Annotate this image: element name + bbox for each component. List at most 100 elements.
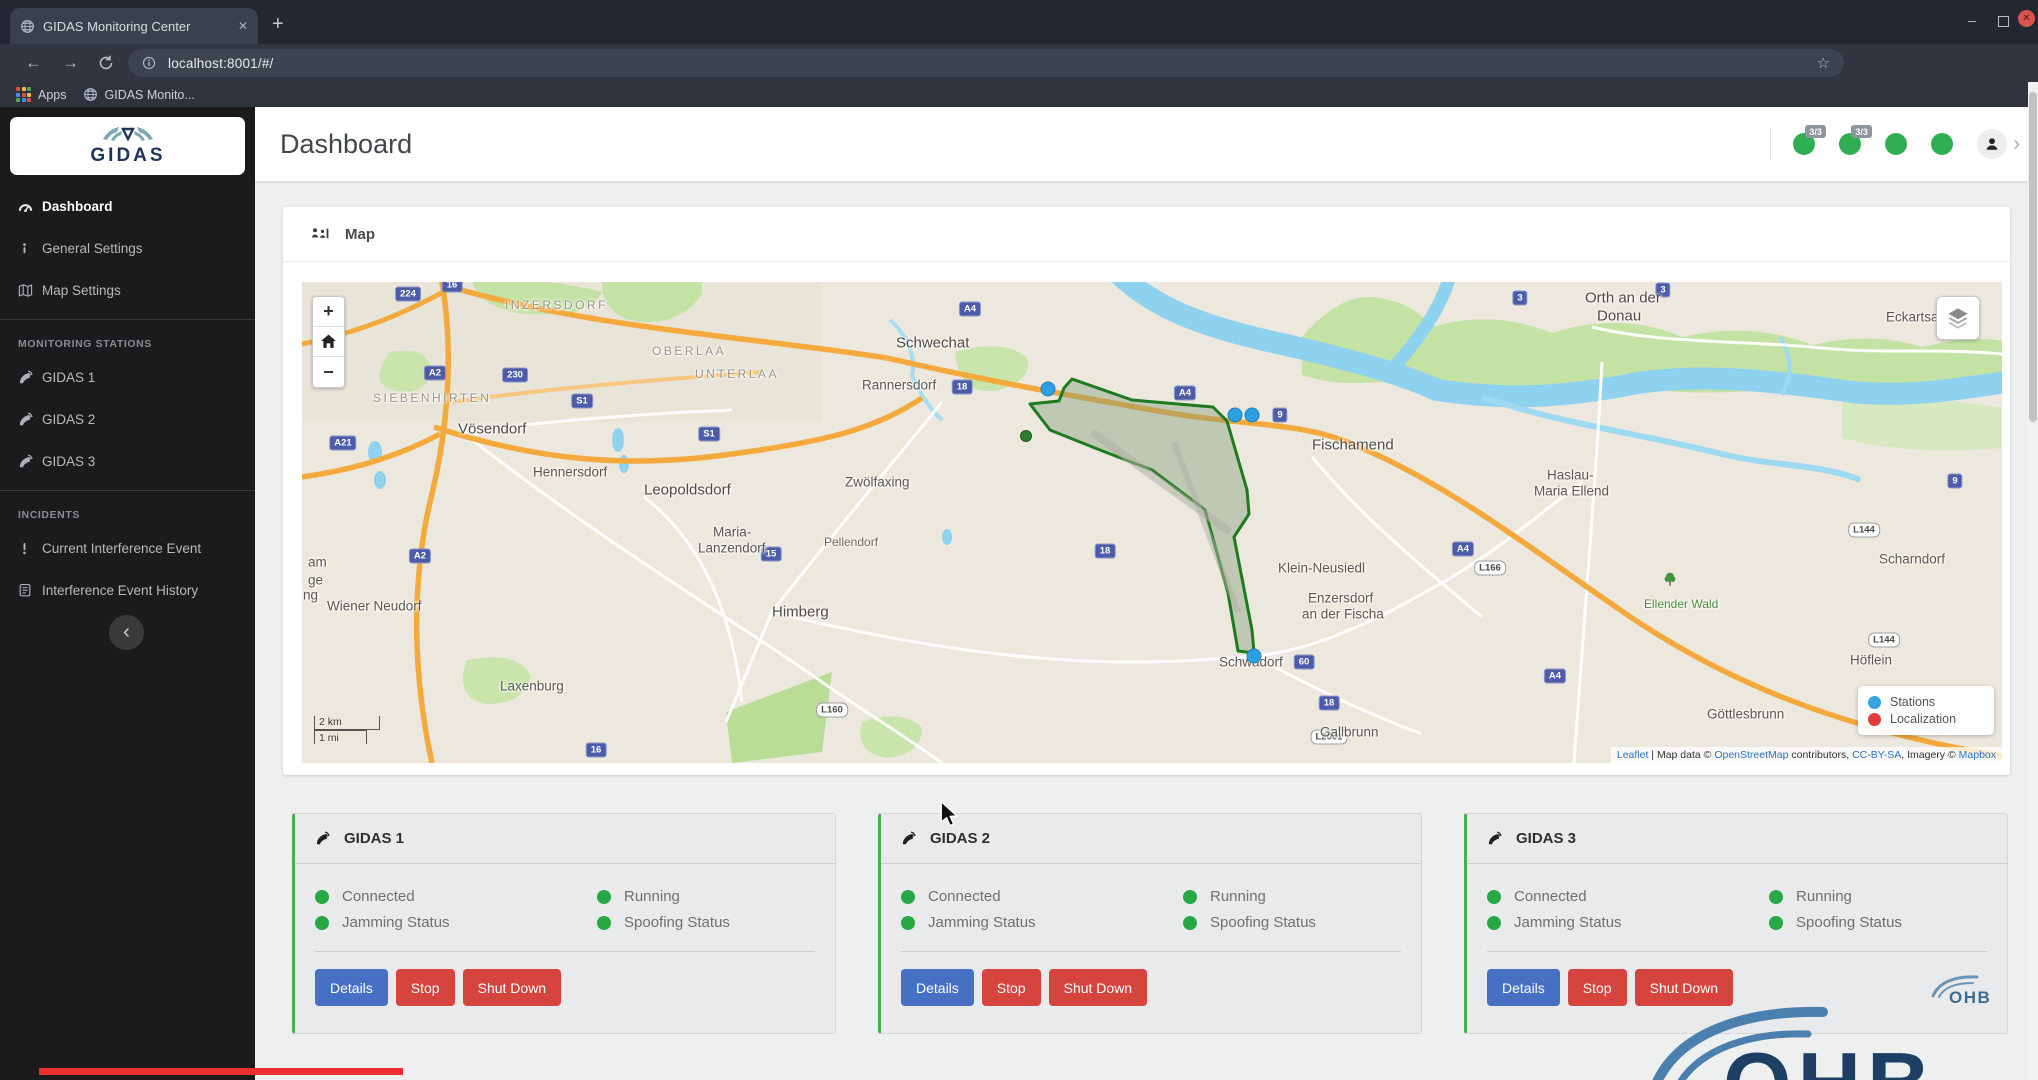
station-marker[interactable]	[1247, 649, 1262, 664]
sidebar-item-current-interference-event[interactable]: Current Interference Event	[0, 527, 255, 569]
road-shield: 224	[395, 287, 421, 302]
map-label: SIEBENHIRTEN	[373, 391, 491, 405]
bookmark-star-icon[interactable]: ☆	[1817, 54, 1830, 72]
map-label: Zwölfaxing	[845, 475, 910, 490]
attribution-link[interactable]: Mapbox	[1959, 749, 1996, 761]
map[interactable]: L160L2001L166L144L14422416A2230S1S1A21A2…	[302, 282, 2002, 763]
chevron-right-icon[interactable]: ›	[2013, 133, 2020, 156]
map-label: Fischamend	[1312, 437, 1394, 454]
apps-grid-icon	[16, 87, 31, 102]
gidas-logo[interactable]: GIDAS	[10, 117, 245, 175]
status-running: Running	[1769, 888, 2007, 905]
url-text[interactable]: localhost:8001/#/	[168, 56, 1817, 71]
browser-tab[interactable]: GIDAS Monitoring Center ✕	[10, 8, 258, 44]
back-button[interactable]: ←	[25, 44, 42, 82]
window-maximize-button[interactable]	[1998, 16, 2009, 27]
bookmark-item-1[interactable]: GIDAS Monito...	[83, 87, 195, 102]
status-label: Jamming Status	[342, 914, 450, 931]
sidebar-item-interference-event-history[interactable]: Interference Event History	[0, 569, 255, 611]
browser-tab-strip: GIDAS Monitoring Center ✕ + – ✕	[0, 0, 2038, 44]
video-progress-bar[interactable]	[39, 1068, 403, 1075]
legend-label: Stations	[1890, 695, 1935, 709]
address-bar[interactable]: localhost:8001/#/ ☆	[128, 49, 1844, 77]
sidebar-item-label: General Settings	[42, 241, 143, 256]
details-button[interactable]: Details	[901, 969, 974, 1006]
attribution-link[interactable]: Leaflet	[1617, 749, 1649, 761]
sidebar-item-map-settings[interactable]: Map Settings	[0, 269, 255, 311]
status-label: Spoofing Status	[1210, 914, 1316, 931]
new-tab-button[interactable]: +	[272, 14, 284, 34]
station-marker[interactable]	[1245, 408, 1260, 423]
shut-down-button[interactable]: Shut Down	[1635, 969, 1733, 1006]
map-label: Lanzendorf	[698, 541, 766, 556]
legend-dot	[1868, 713, 1881, 726]
sidebar-item-gidas-1[interactable]: GIDAS 1	[0, 356, 255, 398]
zoom-in-button[interactable]: +	[313, 297, 344, 327]
green-status-dot	[315, 890, 329, 904]
green-marker[interactable]	[1020, 430, 1032, 442]
map-icon	[18, 283, 42, 298]
sidebar-item-dashboard[interactable]: Dashboard	[0, 185, 255, 227]
sidebar-item-general-settings[interactable]: General Settings	[0, 227, 255, 269]
map-label: am	[308, 555, 327, 570]
details-button[interactable]: Details	[315, 969, 388, 1006]
app-header: Dashboard 3/33/3 ›	[255, 107, 2038, 181]
details-button[interactable]: Details	[1487, 969, 1560, 1006]
map-label: Himberg	[772, 604, 829, 621]
status-indicator-4	[1931, 133, 1953, 155]
station-marker[interactable]	[1041, 382, 1056, 397]
shut-down-button[interactable]: Shut Down	[1049, 969, 1147, 1006]
user-avatar[interactable]	[1977, 129, 2007, 159]
bookmark-item-0[interactable]: Apps	[16, 87, 67, 102]
sidebar-item-label: Dashboard	[42, 199, 113, 214]
window-minimize-button[interactable]: –	[1968, 12, 1976, 28]
station-card-header: GIDAS 2	[881, 814, 1421, 864]
attribution-text: contributors,	[1788, 749, 1852, 761]
legend-item: Localization	[1868, 712, 1984, 726]
satellite-icon	[18, 454, 42, 469]
map-label: Schwechat	[896, 335, 969, 352]
status-indicator-1: 3/3	[1793, 133, 1815, 155]
map-label: Haslau-	[1547, 468, 1594, 483]
station-marker[interactable]	[1228, 408, 1243, 423]
status-label: Running	[1796, 888, 1852, 905]
sidebar-item-gidas-2[interactable]: GIDAS 2	[0, 398, 255, 440]
green-status-dot	[1487, 916, 1501, 930]
forward-button[interactable]: →	[62, 44, 79, 82]
status-label: Jamming Status	[928, 914, 1036, 931]
green-status-dot	[597, 916, 611, 930]
reload-button[interactable]	[98, 44, 114, 82]
station-status-grid: ConnectedRunningJamming StatusSpoofing S…	[1467, 864, 2007, 931]
sidebar-collapse-button[interactable]: ‹	[109, 615, 144, 650]
layers-control[interactable]	[1936, 296, 1980, 340]
map-label: UNTERLAA	[695, 367, 779, 381]
localization-polygon	[1030, 379, 1254, 653]
road-shield: S1	[698, 427, 720, 442]
page-info-icon[interactable]	[142, 56, 156, 70]
shut-down-button[interactable]: Shut Down	[463, 969, 561, 1006]
status-label: Connected	[1514, 888, 1587, 905]
ohb-logo: OHB	[1648, 1006, 2028, 1080]
tab-close-icon[interactable]: ✕	[238, 19, 248, 33]
zoom-out-button[interactable]: −	[313, 357, 344, 387]
sidebar-item-gidas-3[interactable]: GIDAS 3	[0, 440, 255, 482]
stop-button[interactable]: Stop	[396, 969, 455, 1006]
road-shield: A21	[329, 436, 356, 451]
satellite-icon	[18, 370, 42, 385]
scrollbar-thumb[interactable]	[2029, 92, 2037, 422]
map-label: Scharndorf	[1879, 552, 1945, 567]
screen: GIDAS Monitoring Center ✕ + – ✕ ← → loca…	[0, 0, 2038, 1080]
attribution-link[interactable]: OpenStreetMap	[1714, 749, 1788, 761]
station-status-grid: ConnectedRunningJamming StatusSpoofing S…	[881, 864, 1421, 931]
stop-button[interactable]: Stop	[1568, 969, 1627, 1006]
home-button[interactable]	[313, 327, 344, 357]
attribution-link[interactable]: CC-BY-SA	[1852, 749, 1901, 761]
window-close-button[interactable]: ✕	[2018, 10, 2035, 27]
map-label: Laxenburg	[500, 679, 564, 694]
stop-button[interactable]: Stop	[982, 969, 1041, 1006]
sidebar-item-label: GIDAS 2	[42, 412, 95, 427]
station-status-grid: ConnectedRunningJamming StatusSpoofing S…	[295, 864, 835, 931]
map-label: Leopoldsdorf	[644, 482, 731, 499]
green-status-dot	[901, 890, 915, 904]
scrollbar[interactable]	[2028, 82, 2038, 1080]
